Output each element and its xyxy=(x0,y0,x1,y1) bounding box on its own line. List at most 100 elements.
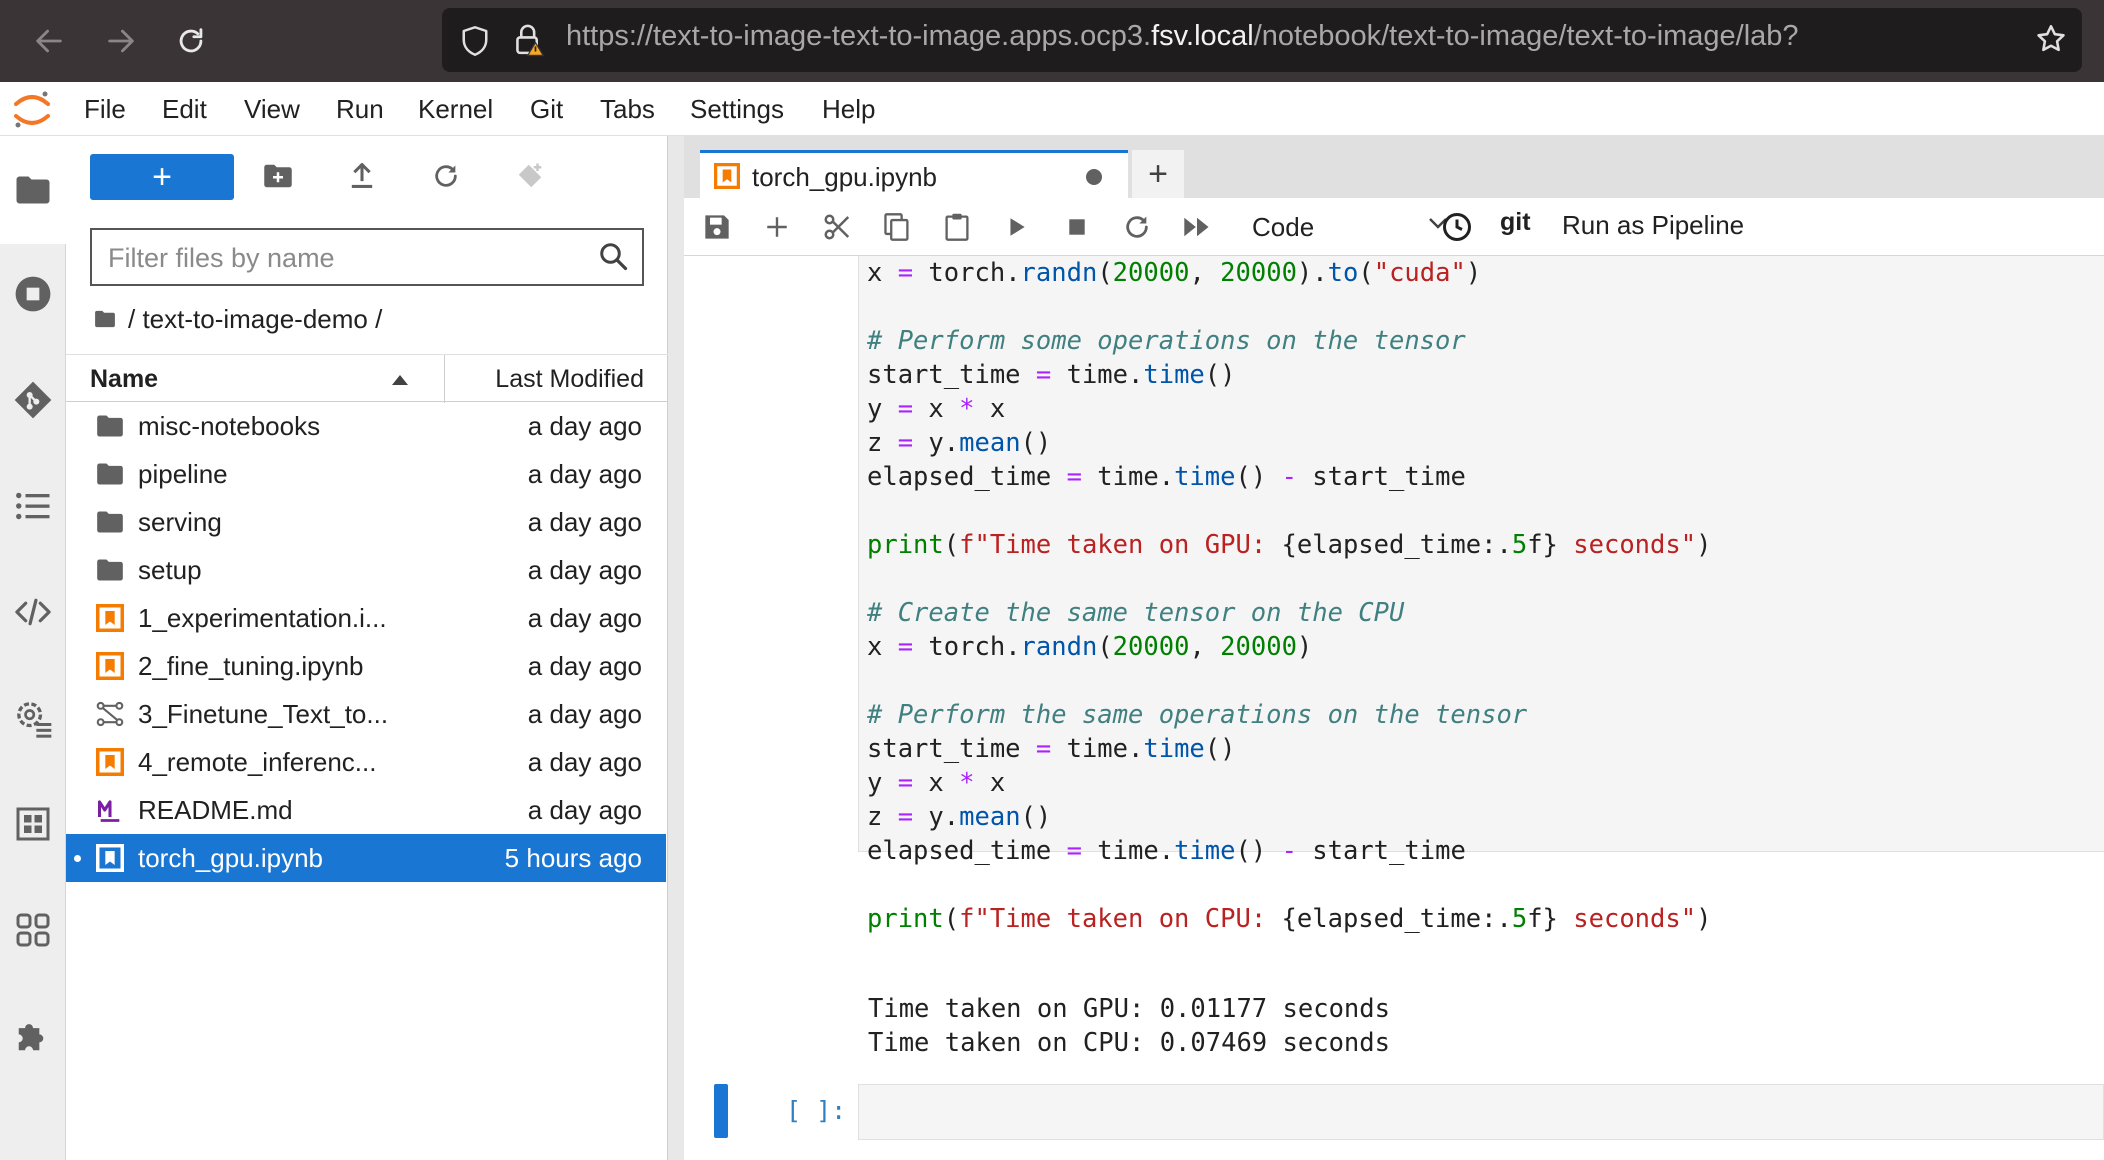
code-line: elapsed_time = time.time() - start_time xyxy=(867,836,1466,866)
code-comment: # Create the same tensor on the CPU xyxy=(867,598,1405,628)
file-row[interactable]: serving a day ago xyxy=(66,498,666,546)
file-row[interactable]: 1_experimentation.i... a day ago xyxy=(66,594,666,642)
file-modified: a day ago xyxy=(527,459,642,489)
save-icon[interactable] xyxy=(700,210,734,244)
empty-code-cell-input[interactable] xyxy=(858,1084,2104,1140)
insecure-lock-icon[interactable] xyxy=(512,22,546,63)
panel-splitter[interactable] xyxy=(668,136,684,1160)
folder-icon xyxy=(94,410,126,442)
column-header-last-modified[interactable]: Last Modified xyxy=(495,365,644,394)
file-row[interactable]: 2_fine_tuning.ipynb a day ago xyxy=(66,642,666,690)
cell-type-dropdown[interactable]: Code xyxy=(1252,208,1448,246)
menu-file[interactable]: File xyxy=(84,94,126,125)
file-modified: 5 hours ago xyxy=(504,843,642,873)
code-line: elapsed_time = time.time() - start_time xyxy=(867,462,1466,492)
extensions-grid-icon[interactable] xyxy=(13,910,53,950)
cut-icon[interactable] xyxy=(820,210,854,244)
folder-icon xyxy=(94,506,126,538)
filter-files-input[interactable] xyxy=(108,240,578,276)
shield-icon[interactable] xyxy=(460,24,490,63)
restart-run-all-icon[interactable] xyxy=(1180,210,1214,244)
cell-type-value: Code xyxy=(1252,212,1315,242)
forward-arrow-icon[interactable] xyxy=(98,18,144,64)
code-comment: # Perform the same operations on the ten… xyxy=(867,700,1528,730)
menu-settings[interactable]: Settings xyxy=(690,94,784,125)
stop-kernel-icon[interactable] xyxy=(1060,210,1094,244)
menu-help[interactable]: Help xyxy=(822,94,875,125)
menu-git[interactable]: Git xyxy=(530,94,563,125)
bookmark-star-icon[interactable] xyxy=(2034,22,2068,61)
git-clone-icon xyxy=(510,156,550,196)
component-catalog-icon[interactable] xyxy=(13,804,53,844)
url-text[interactable]: https://text-to-image-text-to-image.apps… xyxy=(566,20,1799,53)
file-modified: a day ago xyxy=(527,603,642,633)
menu-run[interactable]: Run xyxy=(336,94,384,125)
file-row[interactable]: setup a day ago xyxy=(66,546,666,594)
unsaved-changes-dot-icon[interactable] xyxy=(1086,169,1102,185)
file-row[interactable]: 4_remote_inferenc... a day ago xyxy=(66,738,666,786)
upload-icon[interactable] xyxy=(342,156,382,196)
menu-tabs[interactable]: Tabs xyxy=(600,94,655,125)
file-modified: a day ago xyxy=(527,507,642,537)
run-cell-icon[interactable] xyxy=(1000,210,1034,244)
active-cell-indicator[interactable] xyxy=(714,1084,728,1138)
menu-kernel[interactable]: Kernel xyxy=(418,94,493,125)
run-as-pipeline-button[interactable]: Run as Pipeline xyxy=(1562,210,1744,241)
breadcrumb-path[interactable]: / text-to-image-demo / xyxy=(128,304,382,335)
cell-output-cpu: Time taken on CPU: 0.07469 seconds xyxy=(868,1028,1390,1058)
sort-ascending-icon[interactable] xyxy=(392,375,408,385)
table-of-contents-icon[interactable] xyxy=(13,486,53,526)
paste-icon[interactable] xyxy=(940,210,974,244)
folder-icon[interactable] xyxy=(13,170,53,210)
file-row[interactable]: 3_Finetune_Text_to... a day ago xyxy=(66,690,666,738)
code-snippets-icon[interactable] xyxy=(13,592,53,632)
markdown-icon xyxy=(94,794,126,826)
notebook-icon xyxy=(94,842,126,874)
runtime-settings-icon[interactable] xyxy=(13,698,53,738)
restart-kernel-icon[interactable] xyxy=(1120,210,1154,244)
file-name: README.md xyxy=(138,795,293,825)
git-diff-button[interactable]: git xyxy=(1500,208,1531,237)
clock-icon[interactable] xyxy=(1440,210,1474,244)
jupyter-menubar: File Edit View Run Kernel Git Tabs Setti… xyxy=(0,82,2104,136)
menu-view[interactable]: View xyxy=(244,94,300,125)
code-line: z = y.mean() xyxy=(867,802,1052,832)
reload-icon[interactable] xyxy=(168,18,214,64)
code-cell-input[interactable]: x = torch.randn(20000, 20000).to("cuda")… xyxy=(858,256,2104,934)
menu-edit[interactable]: Edit xyxy=(162,94,207,125)
jupyter-logo-icon xyxy=(12,88,52,130)
extension-manager-icon[interactable] xyxy=(13,1016,53,1056)
file-row[interactable]: pipeline a day ago xyxy=(66,450,666,498)
new-folder-icon[interactable] xyxy=(258,156,298,196)
column-divider[interactable] xyxy=(444,355,445,403)
file-row[interactable]: torch_gpu.ipynb 5 hours ago xyxy=(66,834,666,882)
git-icon[interactable] xyxy=(13,380,53,420)
new-tab-button[interactable]: + xyxy=(1132,150,1184,198)
refresh-icon[interactable] xyxy=(426,156,466,196)
file-row[interactable]: README.md a day ago xyxy=(66,786,666,834)
running-indicator-icon xyxy=(74,855,81,862)
file-name: 3_Finetune_Text_to... xyxy=(138,699,389,729)
copy-icon[interactable] xyxy=(880,210,914,244)
file-modified: a day ago xyxy=(527,747,642,777)
folder-icon xyxy=(94,458,126,490)
notebook-toolbar: Code git Run as Pipeline xyxy=(684,198,2104,256)
running-kernels-icon[interactable] xyxy=(13,274,53,314)
notebook-main-area: torch_gpu.ipynb + Code git Run as Pipeli… xyxy=(668,136,2104,1160)
document-tab-bar: torch_gpu.ipynb + xyxy=(684,136,2104,198)
column-header-name[interactable]: Name xyxy=(90,365,158,394)
home-folder-icon[interactable] xyxy=(94,304,116,335)
back-arrow-icon[interactable] xyxy=(26,18,72,64)
file-browser-panel: + / text-to-image-demo / Name Last Modif… xyxy=(66,136,668,1160)
cell-prompt: [ ]: xyxy=(786,1096,847,1125)
file-modified: a day ago xyxy=(527,555,642,585)
notebook-icon xyxy=(94,602,126,634)
code-comment: # Perform some operations on the tensor xyxy=(867,326,1466,356)
code-line: start_time = time.time() xyxy=(867,734,1236,764)
tab-torch-gpu-notebook[interactable]: torch_gpu.ipynb xyxy=(700,150,1128,198)
breadcrumb[interactable]: / text-to-image-demo / xyxy=(94,304,382,335)
file-row[interactable]: misc-notebooks a day ago xyxy=(66,402,666,450)
insert-cell-plus-icon[interactable] xyxy=(760,210,794,244)
file-name: serving xyxy=(138,507,222,537)
new-launcher-button[interactable]: + xyxy=(90,154,234,200)
